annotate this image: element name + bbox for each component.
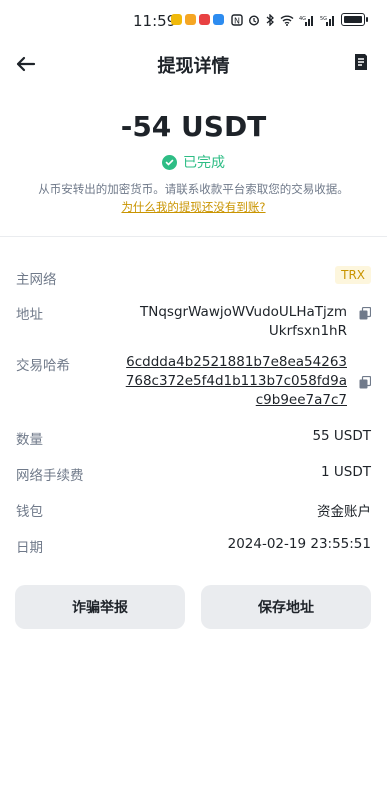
report-fraud-button[interactable]: 诈骗举报	[15, 585, 185, 629]
notice-text: 从币安转出的加密货币。请联系收款平台索取您的交易收据。	[38, 182, 349, 196]
copy-address-icon[interactable]	[359, 305, 372, 320]
network-badge: TRX	[335, 266, 371, 284]
txhash-link[interactable]: 6cddda4b2521881b7e8ea54263 768c372e5f4d1…	[107, 353, 347, 410]
signal-4g-icon: 4G	[299, 15, 313, 26]
copy-txhash-icon[interactable]	[359, 374, 372, 389]
bluetooth-icon	[266, 13, 274, 26]
address-line: TNqsgrWawjoWVudoULHaTjzm	[140, 304, 347, 320]
withdrawal-amount: -54 USDT	[120, 110, 267, 143]
txhash-label: 交易哈希	[16, 358, 70, 374]
txhash-line: c9b9ee7a7c7	[255, 392, 347, 408]
svg-text:5G: 5G	[320, 16, 327, 22]
app-notification-icon	[185, 14, 196, 25]
wallet-value: 资金账户	[317, 504, 371, 520]
alarm-icon	[248, 14, 260, 26]
notification-icons	[171, 14, 224, 25]
receipt-button[interactable]	[353, 53, 369, 71]
check-circle-icon	[162, 154, 177, 170]
status-line: 已完成	[0, 152, 387, 172]
svg-text:N: N	[234, 16, 240, 25]
amount-label: 数量	[16, 432, 43, 448]
divider	[0, 236, 387, 237]
app-notification-icon	[199, 14, 210, 25]
document-icon	[355, 54, 367, 70]
system-icons: N 4G 5G	[231, 13, 368, 26]
fee-value: 1 USDT	[321, 464, 371, 480]
message-notification-icon	[213, 14, 224, 25]
address-value: TNqsgrWawjoWVudoULHaTjzm Ukrfsxn1hR	[117, 303, 347, 341]
battery-icon	[341, 13, 368, 26]
network-label: 主网络	[16, 272, 57, 288]
save-address-button[interactable]: 保存地址	[201, 585, 371, 629]
status-bar: 11:59 N 4G 5G	[0, 0, 387, 44]
txhash-line: 6cddda4b2521881b7e8ea54263	[126, 354, 347, 370]
status-time: 11:59	[133, 12, 177, 30]
date-label: 日期	[16, 540, 43, 556]
date-value: 2024-02-19 23:55:51	[227, 536, 371, 552]
nfc-icon: N	[231, 13, 243, 26]
address-label: 地址	[16, 307, 43, 323]
amount-value: 55 USDT	[312, 428, 371, 444]
signal-5g-icon: 5G	[320, 15, 334, 26]
page-title: 提现详情	[157, 56, 230, 77]
fee-label: 网络手续费	[16, 468, 84, 484]
help-link[interactable]: 为什么我的提现还没有到账?	[0, 199, 387, 215]
wifi-icon	[280, 15, 294, 26]
app-notification-icon	[171, 14, 182, 25]
address-line: Ukrfsxn1hR	[268, 323, 347, 339]
svg-text:4G: 4G	[299, 16, 306, 22]
txhash-line: 768c372e5f4d1b113b7c058fd9a	[125, 373, 347, 389]
status-text: 已完成	[183, 155, 225, 171]
wallet-label: 钱包	[16, 504, 43, 520]
